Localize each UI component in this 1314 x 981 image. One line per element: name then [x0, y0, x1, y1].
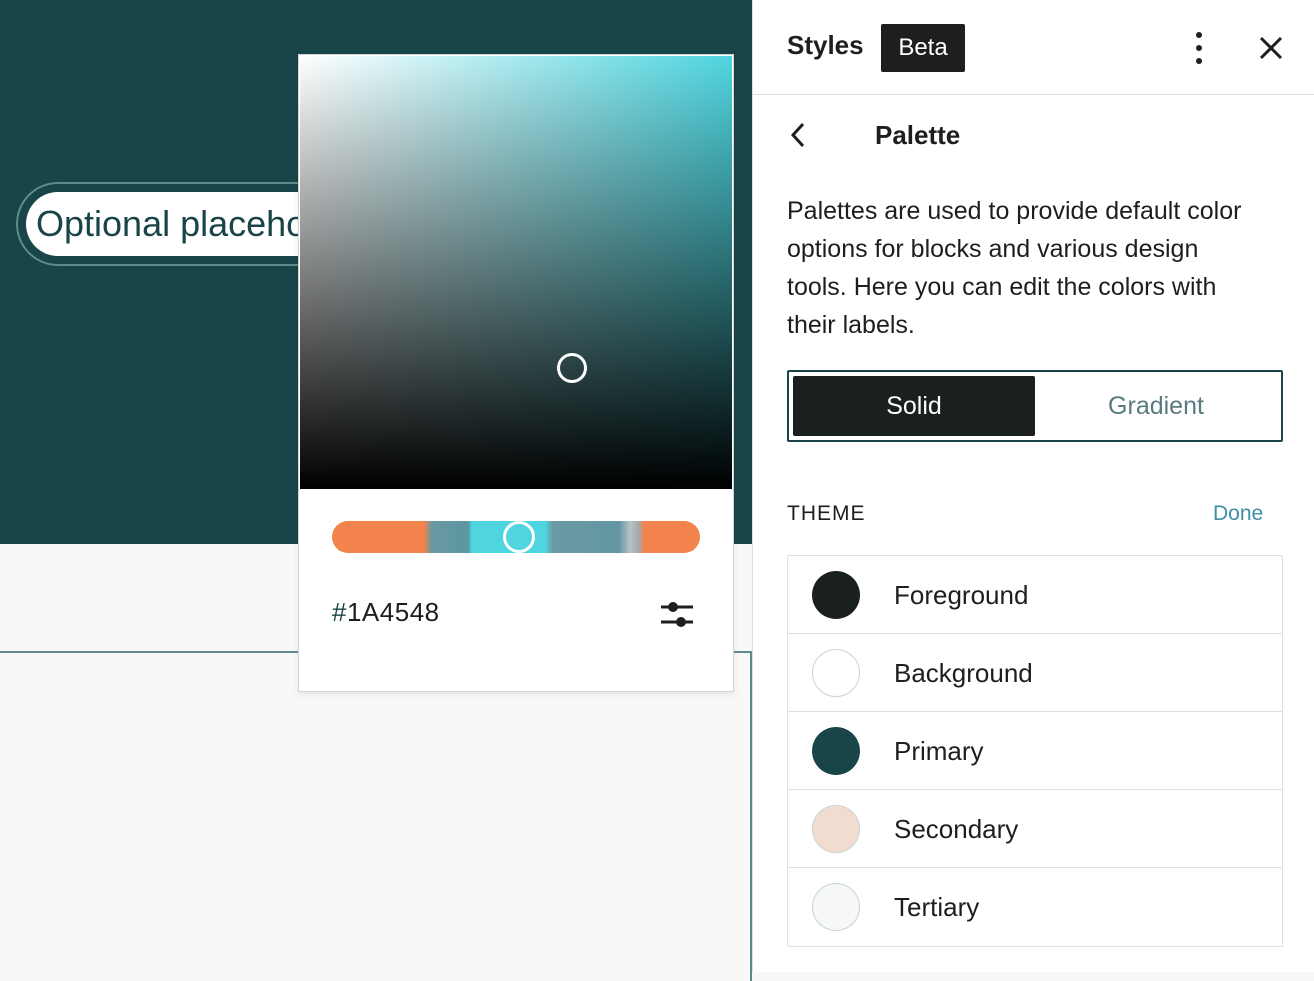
fill-type-toggle: Solid Gradient [787, 370, 1283, 442]
palette-description: Palettes are used to provide default col… [787, 197, 1242, 339]
hex-digits: 1A4548 [346, 597, 440, 627]
sliders-icon[interactable] [659, 599, 695, 631]
sidebar-title: Styles [787, 30, 864, 60]
done-button[interactable]: Done [1213, 502, 1263, 526]
color-item-secondary[interactable]: Secondary [788, 790, 1282, 868]
tab-solid[interactable]: Solid [793, 376, 1035, 436]
tab-gradient[interactable]: Gradient [1035, 376, 1277, 436]
color-name: Background [894, 658, 1033, 688]
color-swatch [812, 727, 860, 775]
hue-handle[interactable] [503, 521, 535, 553]
color-picker-popover: #1A4548 [298, 54, 734, 692]
saturation-value-area[interactable] [300, 56, 732, 489]
color-item-foreground[interactable]: Foreground [788, 556, 1282, 634]
beta-badge: Beta [881, 24, 965, 72]
color-swatch [812, 883, 860, 931]
sidebar-header: Styles Beta [753, 0, 1314, 95]
color-item-background[interactable]: Background [788, 634, 1282, 712]
color-swatch [812, 649, 860, 697]
content-block[interactable] [0, 651, 752, 981]
styles-sidebar: Styles Beta Palette Palettes are used to… [752, 0, 1314, 972]
theme-color-list: Foreground Background Primary Secondary … [787, 555, 1283, 947]
color-swatch [812, 805, 860, 853]
color-name: Primary [894, 736, 984, 766]
color-name: Tertiary [894, 892, 980, 922]
vertical-ellipsis-icon[interactable] [1189, 30, 1209, 66]
color-item-primary[interactable]: Primary [788, 712, 1282, 790]
color-item-tertiary[interactable]: Tertiary [788, 868, 1282, 946]
panel-title: Palette [875, 120, 961, 150]
hex-value[interactable]: #1A4548 [332, 597, 440, 628]
saturation-handle[interactable] [557, 353, 587, 383]
chevron-left-icon[interactable] [787, 118, 809, 152]
close-icon[interactable] [1257, 34, 1285, 62]
section-label: THEME [787, 502, 866, 525]
color-name: Foreground [894, 580, 1029, 610]
hex-hash: # [332, 597, 347, 627]
color-swatch [812, 571, 860, 619]
color-name: Secondary [894, 814, 1019, 844]
